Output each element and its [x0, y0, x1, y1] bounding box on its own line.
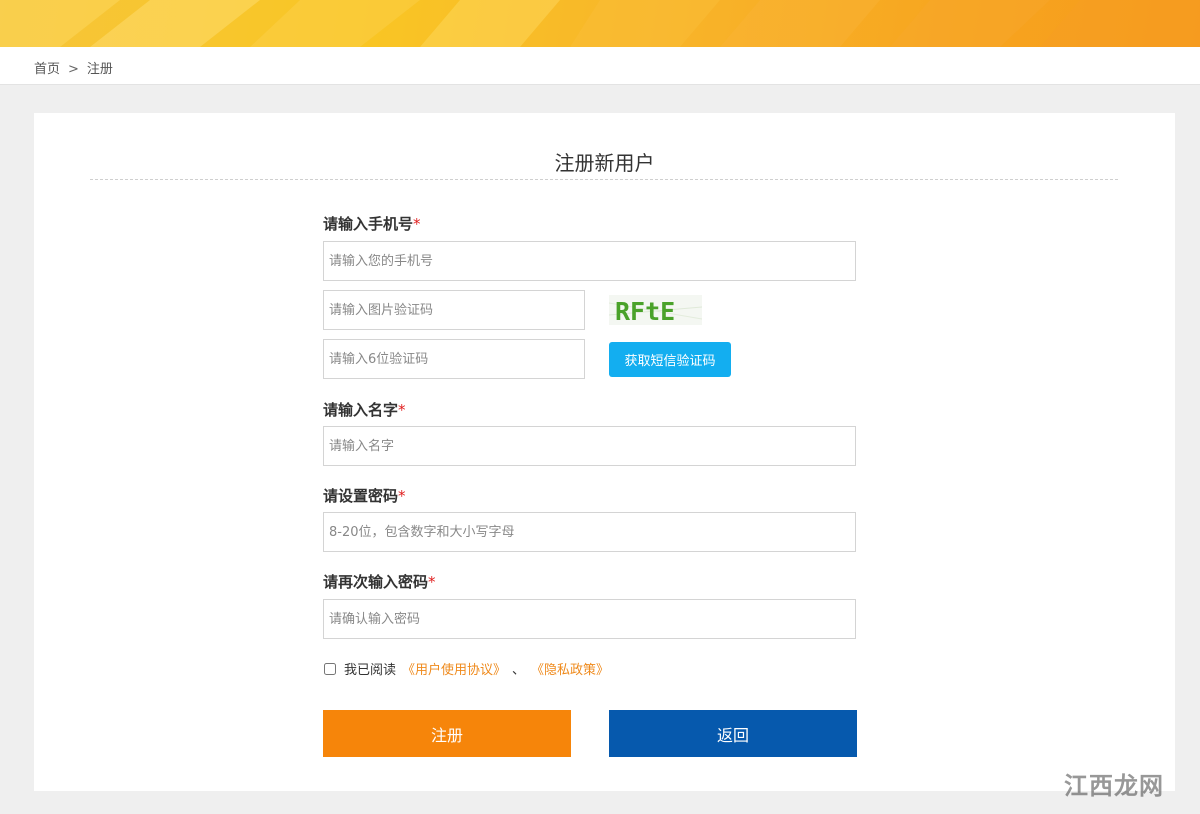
- breadcrumb: 首页 > 注册: [34, 58, 113, 77]
- page-title: 注册新用户: [554, 151, 655, 175]
- phone-label: 请输入手机号*: [323, 213, 421, 234]
- breadcrumb-separator: >: [68, 62, 79, 77]
- get-sms-code-button[interactable]: 获取短信验证码: [609, 342, 731, 377]
- required-mark: *: [398, 487, 406, 505]
- breadcrumb-home-link[interactable]: 首页: [34, 58, 60, 77]
- site-watermark-logo: 江西龙网: [1064, 771, 1164, 800]
- password-label-text: 请设置密码: [323, 487, 399, 505]
- breadcrumb-current: 注册: [86, 62, 113, 77]
- name-label-text: 请输入名字: [323, 401, 399, 419]
- title-divider: [90, 179, 1118, 180]
- breadcrumb-bar: 首页 > 注册: [0, 47, 1200, 85]
- confirm-password-input[interactable]: [323, 599, 856, 639]
- required-mark: *: [428, 573, 436, 591]
- required-mark: *: [398, 401, 406, 419]
- privacy-policy-link[interactable]: 《隐私政策》: [531, 659, 609, 678]
- agreement-separator: 、: [512, 663, 526, 678]
- name-label: 请输入名字*: [323, 399, 406, 420]
- register-button[interactable]: 注册: [323, 710, 571, 757]
- captcha-text: RFtE: [615, 297, 675, 325]
- user-agreement-link[interactable]: 《用户使用协议》: [402, 659, 506, 678]
- captcha-image[interactable]: RFtE: [609, 295, 702, 325]
- password-label: 请设置密码*: [323, 485, 406, 506]
- back-button[interactable]: 返回: [609, 710, 857, 757]
- phone-input[interactable]: [323, 241, 856, 281]
- confirm-password-label-text: 请再次输入密码: [323, 573, 429, 591]
- sms-code-input[interactable]: [323, 339, 585, 379]
- agreement-row: 我已阅读 《用户使用协议》 、 《隐私政策》: [324, 659, 609, 678]
- password-input[interactable]: [323, 512, 856, 552]
- register-panel: 注册新用户 请输入手机号* RFtE 获取短信验证码 请输入名字* 请设置密码*…: [34, 113, 1175, 791]
- header-banner: [0, 0, 1200, 47]
- phone-label-text: 请输入手机号: [323, 215, 414, 233]
- required-mark: *: [413, 215, 421, 233]
- image-captcha-input[interactable]: [323, 290, 585, 330]
- agreement-checkbox[interactable]: [324, 662, 336, 675]
- agreement-prefix: 我已阅读: [344, 663, 397, 678]
- banner-pattern: [0, 0, 1200, 47]
- confirm-password-label: 请再次输入密码*: [323, 571, 436, 592]
- name-input[interactable]: [323, 426, 856, 466]
